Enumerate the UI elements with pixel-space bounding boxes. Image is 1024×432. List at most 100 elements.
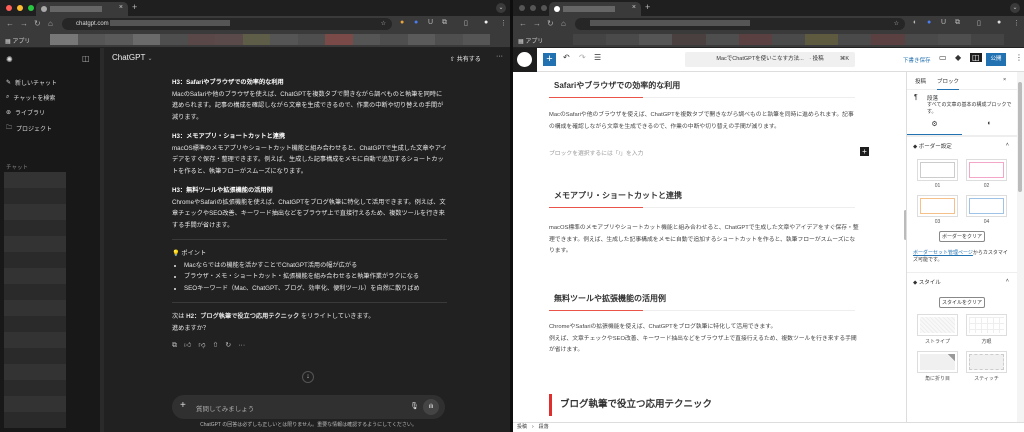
side-panel-icon[interactable]: ▯ bbox=[464, 19, 468, 27]
settings-gear-icon[interactable]: ⚙ bbox=[907, 120, 962, 135]
paragraph-block[interactable]: ChromeやSafariの拡張機能を使えば、ChatGPTをブログ執筆に特化し… bbox=[549, 322, 859, 357]
close-window-button[interactable] bbox=[519, 5, 525, 11]
prompt-input[interactable]: + 質問してみましょう 🎙︎ ılı bbox=[172, 395, 445, 419]
style-option-stitch[interactable]: スティッチ bbox=[966, 351, 1007, 382]
extension-icon[interactable]: U bbox=[428, 19, 433, 26]
plugin-icon[interactable]: ◆ bbox=[955, 53, 961, 62]
clear-style-button[interactable]: スタイルをクリア bbox=[939, 297, 985, 308]
sidebar-item-search[interactable]: ⌕ チャットを検索 bbox=[6, 93, 55, 102]
bookmark-apps[interactable]: ▦ アプリ bbox=[518, 36, 543, 45]
home-icon[interactable]: ⌂ bbox=[48, 19, 53, 28]
heading-block[interactable]: メモアプリ・ショートカットと連携 bbox=[549, 190, 855, 208]
heading-block[interactable]: Safariやブラウザでの効率的な利用 bbox=[549, 80, 855, 98]
browser-tab[interactable]: × bbox=[36, 2, 128, 16]
save-draft-button[interactable]: 下書き保存 bbox=[903, 56, 931, 64]
border-option-01[interactable]: 01 bbox=[917, 159, 958, 189]
options-icon[interactable]: ⋮ bbox=[1015, 53, 1023, 62]
extensions-puzzle-icon[interactable]: ⧉ bbox=[442, 19, 447, 27]
address-bar[interactable]: ☆ bbox=[575, 18, 905, 30]
microphone-icon[interactable]: 🎙︎ bbox=[410, 402, 419, 410]
extension-icon[interactable]: U bbox=[941, 19, 946, 26]
close-icon[interactable]: × bbox=[1003, 77, 1006, 83]
style-option-grid[interactable]: 方眼 bbox=[966, 314, 1007, 345]
close-tab-icon[interactable]: × bbox=[632, 4, 636, 11]
chat-history-list[interactable] bbox=[4, 172, 66, 428]
redo-icon[interactable]: ↷ bbox=[579, 53, 586, 62]
plus-icon[interactable]: + bbox=[180, 400, 186, 411]
menu-icon[interactable]: ⋮ bbox=[1013, 19, 1020, 27]
reload-icon[interactable]: ↻ bbox=[34, 19, 41, 28]
extension-icon[interactable]: ● bbox=[414, 19, 418, 26]
bookmark-apps[interactable]: ▦ アプリ bbox=[5, 36, 30, 45]
heading-block[interactable]: 無料ツールや拡張機能の活用例 bbox=[549, 293, 855, 311]
extension-icon[interactable]: ● bbox=[927, 19, 931, 26]
new-tab-button[interactable]: + bbox=[645, 2, 650, 12]
profile-avatar[interactable]: ● bbox=[484, 19, 488, 26]
extension-icon[interactable]: ◐ bbox=[913, 19, 917, 26]
minimize-window-button[interactable] bbox=[530, 5, 536, 11]
block-breadcrumb[interactable]: 投稿 › 段落 bbox=[513, 422, 1024, 432]
address-bar[interactable]: chatgpt.com ☆ bbox=[62, 18, 392, 30]
publish-button[interactable]: 公開 bbox=[986, 53, 1006, 66]
editor-canvas[interactable]: Safariやブラウザでの効率的な利用 MacのSafariや他のブラウザを使え… bbox=[513, 72, 906, 422]
settings-panel-icon[interactable]: ◫ bbox=[970, 53, 982, 62]
styles-contrast-icon[interactable]: ◐ bbox=[962, 120, 1017, 135]
extensions-puzzle-icon[interactable]: ⧉ bbox=[955, 19, 960, 27]
back-icon[interactable]: ← bbox=[6, 19, 14, 28]
thumbs-down-icon[interactable]: 👎︎ bbox=[198, 340, 205, 352]
extension-icon[interactable]: ● bbox=[400, 19, 404, 26]
undo-icon[interactable]: ↶ bbox=[563, 53, 570, 62]
preview-icon[interactable]: ▭ bbox=[939, 53, 947, 62]
share-icon[interactable]: ⇧ bbox=[212, 340, 218, 352]
border-option-03[interactable]: 03 bbox=[917, 195, 958, 225]
side-panel-icon[interactable]: ▯ bbox=[977, 19, 981, 27]
close-tab-icon[interactable]: × bbox=[119, 4, 123, 11]
sidebar-item-library[interactable]: ⊛ ライブラリ bbox=[6, 108, 45, 117]
home-icon[interactable]: ⌂ bbox=[561, 19, 566, 28]
add-block-button[interactable]: + bbox=[543, 53, 556, 66]
scroll-down-button[interactable]: ↓ bbox=[302, 371, 314, 383]
command-palette[interactable]: MacでChatGPTを使いこなす方法... · 投稿 ⌘K bbox=[685, 52, 855, 67]
model-selector[interactable]: ChatGPT ⌄ bbox=[112, 53, 152, 62]
voice-mode-button[interactable]: ılı bbox=[423, 399, 439, 415]
sidebar-scrollbar[interactable] bbox=[1017, 72, 1024, 422]
panel-header[interactable]: ◆ ボーダー設定 ˄ bbox=[907, 137, 1017, 155]
bookmark-star-icon[interactable]: ☆ bbox=[381, 18, 386, 30]
thumbs-up-icon[interactable]: 👍︎ bbox=[184, 340, 191, 352]
block-placeholder[interactable]: ブロックを選択するには「/」を入力 bbox=[549, 148, 643, 157]
maximize-window-button[interactable] bbox=[541, 5, 547, 11]
minimize-window-button[interactable] bbox=[17, 5, 23, 11]
tab-block[interactable]: ブロック bbox=[937, 77, 960, 90]
sidebar-resize-handle[interactable] bbox=[100, 48, 104, 432]
close-window-button[interactable] bbox=[6, 5, 12, 11]
more-options-icon[interactable]: ··· bbox=[496, 53, 503, 60]
border-set-link[interactable]: ボーダーセット管理ページ bbox=[913, 250, 973, 256]
sidebar-item-new-chat[interactable]: ✎ 新しいチャット bbox=[6, 78, 57, 87]
copy-icon[interactable]: ⧉ bbox=[172, 340, 177, 352]
maximize-window-button[interactable] bbox=[28, 5, 34, 11]
bookmark-star-icon[interactable]: ☆ bbox=[894, 18, 899, 30]
clear-border-button[interactable]: ボーダーをクリア bbox=[939, 231, 985, 242]
sidebar-item-projects[interactable]: 🗀 プロジェクト bbox=[6, 123, 52, 133]
regenerate-icon[interactable]: ↻ bbox=[225, 340, 231, 352]
reload-icon[interactable]: ↻ bbox=[547, 19, 554, 28]
document-overview-icon[interactable]: ☰ bbox=[594, 53, 601, 62]
add-block-inline-button[interactable]: + bbox=[860, 147, 869, 156]
tab-search-button[interactable]: ⌄ bbox=[496, 3, 506, 13]
menu-icon[interactable]: ⋮ bbox=[500, 19, 507, 27]
forward-icon[interactable]: → bbox=[533, 19, 541, 28]
paragraph-block[interactable]: macOS標準のメモアプリやショートカット機能と組み合わせると、ChatGPTで… bbox=[549, 223, 859, 258]
border-option-02[interactable]: 02 bbox=[966, 159, 1007, 189]
toggle-sidebar-icon[interactable]: ◫ bbox=[82, 54, 90, 63]
paragraph-block[interactable]: MacのSafariや他のブラウザを使えば、ChatGPTを複数タブで開きながら… bbox=[549, 110, 859, 133]
panel-header[interactable]: ◆ スタイル ˄ bbox=[907, 273, 1017, 291]
site-logo[interactable] bbox=[513, 48, 537, 72]
profile-avatar[interactable]: ● bbox=[997, 19, 1001, 26]
tab-search-button[interactable]: ⌄ bbox=[1010, 3, 1020, 13]
new-tab-button[interactable]: + bbox=[132, 2, 137, 12]
style-option-stripe[interactable]: ストライプ bbox=[917, 314, 958, 345]
share-button[interactable]: ⇧ 共有する bbox=[450, 54, 481, 63]
openai-logo-icon[interactable]: ✺ bbox=[6, 55, 13, 64]
style-option-folded-corner[interactable]: 角に折り目 bbox=[917, 351, 958, 382]
border-option-04[interactable]: 04 bbox=[966, 195, 1007, 225]
